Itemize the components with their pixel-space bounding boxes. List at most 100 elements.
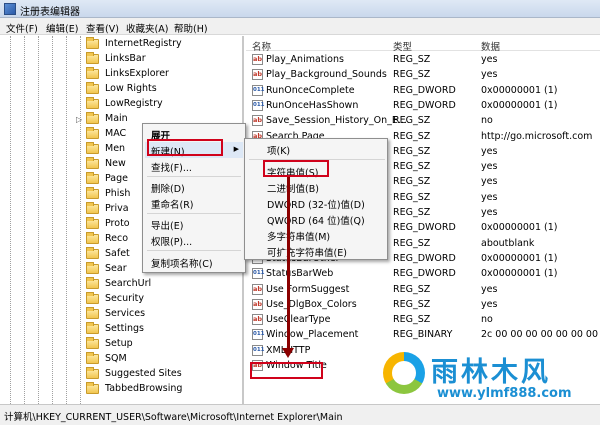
binary-value-icon: 011 <box>252 99 264 111</box>
value-type: REG_SZ <box>393 176 431 188</box>
value-data: 2c 00 00 00 00 00 00 00 <box>481 329 599 341</box>
value-name: RunOnceComplete <box>266 84 355 96</box>
tree-guide-line <box>10 36 11 404</box>
column-header-name[interactable]: 名称 <box>252 39 271 53</box>
value-data: yes <box>481 176 498 188</box>
column-header-data[interactable]: 数据 <box>481 39 500 53</box>
value-type: REG_SZ <box>393 314 431 326</box>
value-type: REG_SZ <box>393 207 431 218</box>
value-data: yes <box>481 298 498 310</box>
value-row[interactable]: ab Play_Background_Sounds REG_SZ yes <box>246 67 600 82</box>
folder-icon <box>86 82 99 94</box>
folder-icon <box>86 352 99 364</box>
value-type: REG_SZ <box>393 191 431 203</box>
value-type: REG_SZ <box>393 283 431 295</box>
submenu-item-dword-value[interactable]: DWORD (32-位)值(D) <box>267 195 385 211</box>
highlight-window-title-box <box>250 362 323 379</box>
folder-icon <box>86 367 99 379</box>
highlight-new-box <box>147 139 223 156</box>
value-type: REG_SZ <box>393 115 431 127</box>
column-header-type[interactable]: 类型 <box>393 39 412 53</box>
context-item-rename[interactable]: 重命名(R) <box>151 195 243 211</box>
menu-help[interactable]: 帮助(H) <box>174 21 208 35</box>
submenu-item-expandable-string-value[interactable]: 可扩充字符串值(E) <box>267 243 385 259</box>
value-name: Save_Session_History_On_E... <box>266 115 407 127</box>
context-item-delete[interactable]: 删除(D) <box>151 179 243 195</box>
string-value-icon: ab <box>252 314 263 326</box>
context-item-permissions[interactable]: 权限(P)... <box>151 232 243 248</box>
value-data: yes <box>481 69 498 81</box>
menu-file[interactable]: 文件(F) <box>6 21 38 35</box>
tree-guide-line <box>38 36 39 404</box>
submenu-arrow-icon: ▶ <box>233 145 239 153</box>
value-data: no <box>481 314 493 326</box>
context-item-find[interactable]: 查找(F)... <box>151 158 243 174</box>
menu-separator <box>147 213 241 214</box>
folder-icon <box>86 232 99 244</box>
tree-guide-line <box>52 36 53 404</box>
context-item-copy-key-name[interactable]: 复制项名称(C) <box>151 254 243 270</box>
folder-icon <box>86 262 99 274</box>
status-path: 计算机\HKEY_CURRENT_USER\Software\Microsoft… <box>4 412 343 423</box>
folder-icon <box>86 142 99 154</box>
folder-icon <box>86 337 99 349</box>
value-data: 0x00000001 (1) <box>481 84 558 96</box>
new-submenu: 项(K) 字符串值(S) 二进制值(B) DWORD (32-位)值(D) QW… <box>244 138 388 260</box>
menu-view[interactable]: 查看(V) <box>86 21 119 35</box>
string-value-icon: ab <box>252 115 263 127</box>
value-row[interactable]: ab Save_Session_History_On_E... REG_SZ no <box>246 113 600 128</box>
value-type: REG_SZ <box>393 69 431 81</box>
watermark-brand: 雨林木风 <box>431 357 551 388</box>
submenu-item-qword-value[interactable]: QWORD (64 位)值(Q) <box>267 211 385 227</box>
value-row[interactable]: ab Use FormSuggest REG_SZ yes <box>246 282 600 297</box>
folder-icon <box>86 247 99 259</box>
value-row[interactable]: ab Use_DlgBox_Colors REG_SZ yes <box>246 297 600 312</box>
value-data: 0x00000001 (1) <box>481 222 558 234</box>
value-row[interactable]: 011 RunOnceComplete REG_DWORD 0x00000001 (1… <box>246 83 600 98</box>
folder-icon <box>86 37 99 49</box>
value-name: StatusBarWeb <box>266 268 334 280</box>
folder-icon <box>86 157 99 169</box>
submenu-item-binary-value[interactable]: 二进制值(B) <box>267 179 385 195</box>
value-row[interactable]: 011 Window_Placement REG_BINARY 2c 00 00 00… <box>246 327 600 342</box>
submenu-item-key[interactable]: 项(K) <box>267 141 385 157</box>
value-data: 0x00000001 (1) <box>481 99 558 111</box>
list-header: 名称 类型 数据 <box>246 36 600 53</box>
folder-icon <box>86 382 99 394</box>
value-name: Use FormSuggest <box>266 283 350 295</box>
menu-separator <box>147 250 241 251</box>
value-row[interactable]: 011 StatusBarWeb REG_DWORD 0x00000001 (1) <box>246 266 600 281</box>
value-data: aboutblank <box>481 237 535 249</box>
folder-icon <box>86 217 99 229</box>
value-row[interactable]: 011 RunOnceHasShown REG_DWORD 0x00000001 (1… <box>246 98 600 113</box>
ylmf-logo-icon <box>383 352 425 394</box>
binary-value-icon: 011 <box>252 84 264 96</box>
value-data: yes <box>481 283 498 295</box>
menu-edit[interactable]: 编辑(E) <box>46 21 78 35</box>
value-data: yes <box>481 161 498 173</box>
value-row[interactable]: ab Play_Animations REG_SZ yes <box>246 52 600 67</box>
value-data: yes <box>481 191 498 203</box>
value-type: REG_DWORD <box>393 222 456 234</box>
folder-icon <box>86 67 99 79</box>
folder-icon <box>86 172 99 184</box>
tree-guide-line <box>80 36 81 404</box>
folder-icon <box>86 277 99 289</box>
submenu-item-multi-string-value[interactable]: 多字符串值(M) <box>267 227 385 243</box>
value-name: RunOnceHasShown <box>266 99 359 111</box>
value-row[interactable]: ab UseClearType REG_SZ no <box>246 312 600 327</box>
value-data: http://go.microsoft.com <box>481 130 593 142</box>
value-type: REG_SZ <box>393 298 431 310</box>
expand-arrow-icon[interactable]: ▷ <box>76 115 82 124</box>
context-item-export[interactable]: 导出(E) <box>151 216 243 232</box>
value-data: 0x00000001 (1) <box>481 252 558 264</box>
folder-icon <box>86 97 99 109</box>
window-title: 注册表编辑器 <box>20 7 80 18</box>
value-type: REG_SZ <box>393 237 431 249</box>
string-value-icon: ab <box>252 298 263 310</box>
regedit-icon <box>4 3 16 15</box>
value-name: Window_Placement <box>266 329 359 341</box>
menu-favorites[interactable]: 收藏夹(A) <box>126 21 168 35</box>
menu-separator <box>147 176 241 177</box>
folder-icon <box>86 112 99 124</box>
